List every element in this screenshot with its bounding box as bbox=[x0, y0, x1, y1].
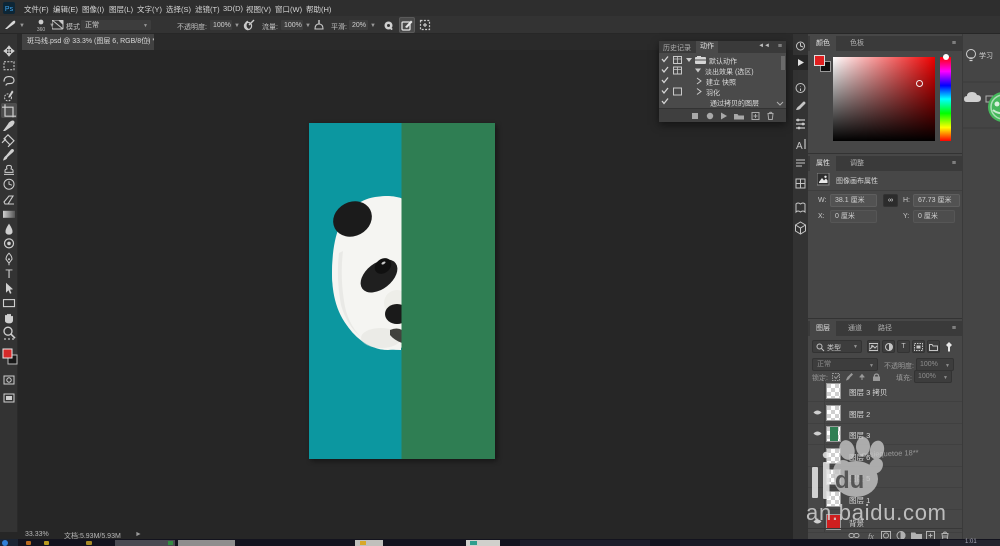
svg-text:T: T bbox=[5, 267, 13, 281]
svg-text:默认动作: 默认动作 bbox=[709, 57, 737, 66]
svg-text:建立 快照: 建立 快照 bbox=[706, 78, 736, 87]
svg-text:Ps: Ps bbox=[5, 6, 14, 13]
svg-text:通过拷贝的图层: 通过拷贝的图层 bbox=[710, 99, 759, 108]
svg-text:学习: 学习 bbox=[979, 51, 993, 60]
svg-text:360: 360 bbox=[37, 27, 46, 32]
svg-text:羽化: 羽化 bbox=[706, 88, 720, 97]
svg-text:A: A bbox=[796, 141, 803, 152]
svg-text:fx: fx bbox=[868, 532, 874, 539]
svg-text:淡出效果 (选区): 淡出效果 (选区) bbox=[705, 67, 754, 76]
